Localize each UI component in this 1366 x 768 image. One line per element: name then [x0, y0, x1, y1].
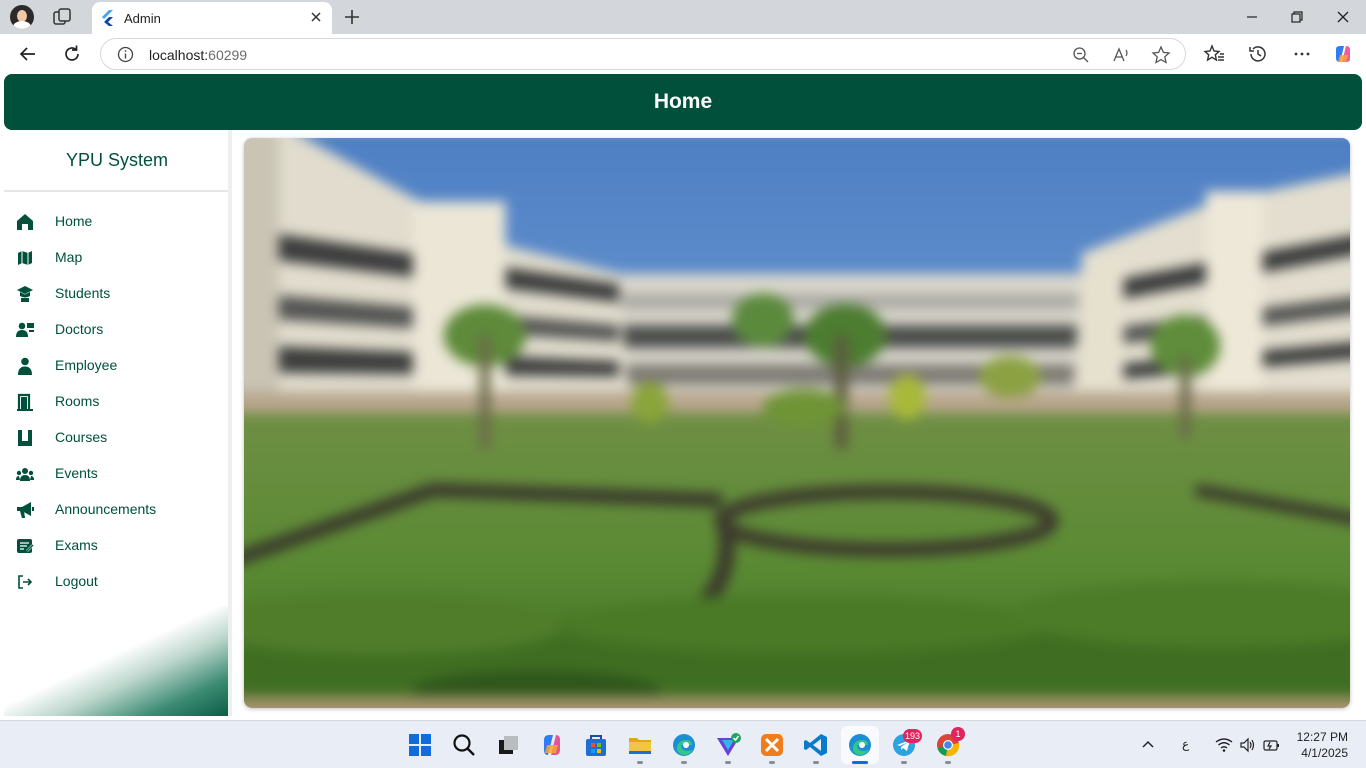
sidebar-item-label: Courses: [55, 429, 108, 445]
sidebar-item-home[interactable]: Home: [4, 205, 228, 239]
url-text[interactable]: localhost:60299: [149, 47, 247, 63]
browser-tab-strip: Admin: [0, 0, 1366, 34]
page-title: Home: [653, 90, 713, 113]
sidebar-item-label: Map: [55, 249, 83, 265]
campus-hero-image: [244, 138, 1350, 708]
sidebar-item-rooms[interactable]: Rooms: [4, 385, 228, 419]
battery-icon[interactable]: [1263, 737, 1281, 753]
graduation-cap-icon: [17, 286, 33, 302]
running-indicator: [813, 761, 819, 764]
copilot-app-icon[interactable]: [539, 732, 565, 758]
site-info-icon[interactable]: [117, 46, 134, 63]
sidebar-item-logout[interactable]: Logout: [4, 565, 228, 599]
task-view-icon[interactable]: [495, 732, 521, 758]
sidebar-brand: YPU System: [65, 150, 169, 170]
copilot-icon[interactable]: [1332, 43, 1354, 65]
megaphone-icon: [17, 502, 34, 518]
read-aloud-icon[interactable]: [1111, 45, 1131, 65]
close-tab-icon[interactable]: [308, 9, 324, 25]
edge-active-icon[interactable]: [847, 732, 873, 758]
sidebar-item-employee[interactable]: Employee: [4, 349, 228, 383]
sidebar-item-label: Home: [55, 213, 93, 229]
running-indicator: [681, 761, 687, 764]
more-options-icon[interactable]: [1291, 43, 1313, 65]
running-indicator: [945, 761, 951, 764]
address-bar[interactable]: localhost:60299: [100, 38, 1186, 70]
sidebar: YPU System Home Map Students Doctors Emp…: [4, 130, 232, 716]
clock-time: 12:27 PM: [1296, 730, 1348, 744]
running-indicator: [901, 761, 907, 764]
workspaces-icon[interactable]: [52, 8, 72, 26]
wifi-icon[interactable]: [1215, 737, 1233, 753]
logout-icon: [18, 575, 33, 589]
sidebar-divider: [4, 190, 228, 192]
sidebar-item-events[interactable]: Events: [4, 457, 228, 491]
sidebar-item-doctors[interactable]: Doctors: [4, 313, 228, 347]
minimize-icon[interactable]: [1242, 7, 1262, 27]
home-icon: [17, 214, 33, 230]
clock-date: 4/1/2025: [1301, 746, 1348, 760]
book-icon: [18, 430, 32, 446]
sidebar-item-students[interactable]: Students: [4, 277, 228, 311]
favorites-icon[interactable]: [1203, 43, 1225, 65]
search-icon[interactable]: [451, 732, 477, 758]
telegram-badge: 193: [903, 729, 923, 743]
microsoft-store-icon[interactable]: [583, 732, 609, 758]
chrome-badge: 1: [951, 727, 965, 741]
profile-avatar[interactable]: [10, 5, 34, 29]
browser-toolbar: localhost:60299: [0, 34, 1366, 74]
xampp-icon[interactable]: [759, 732, 785, 758]
windows-taskbar: 193 1 ع 12:27 PM 4/1/2025: [0, 720, 1366, 768]
doctors-icon: [16, 322, 34, 337]
running-indicator: [637, 761, 643, 764]
sidebar-item-label: Events: [55, 465, 98, 481]
map-icon: [18, 251, 32, 265]
sidebar-item-courses[interactable]: Courses: [4, 421, 228, 455]
vpn-app-icon[interactable]: [715, 732, 741, 758]
sidebar-item-label: Exams: [55, 537, 98, 553]
chevron-up-icon[interactable]: [1140, 737, 1156, 753]
sidebar-item-label: Announcements: [55, 501, 157, 517]
exam-icon: [17, 539, 34, 553]
clock[interactable]: 12:27 PM 4/1/2025: [1297, 729, 1348, 761]
app-bar: Home: [4, 74, 1362, 130]
edge-icon[interactable]: [671, 732, 697, 758]
windows-start-icon[interactable]: [407, 732, 433, 758]
zoom-out-icon[interactable]: [1071, 45, 1091, 65]
sidebar-corner-decoration: [4, 606, 228, 716]
tab-title: Admin: [124, 11, 161, 26]
sidebar-item-announcements[interactable]: Announcements: [4, 493, 228, 527]
sidebar-item-label: Employee: [55, 357, 118, 373]
running-indicator: [769, 761, 775, 764]
sidebar-item-label: Rooms: [55, 393, 100, 409]
active-tab[interactable]: Admin: [92, 2, 332, 34]
page-viewport: Home YPU System Home Map Students Doctor…: [0, 74, 1366, 720]
group-icon: [16, 468, 34, 481]
favorite-star-icon[interactable]: [1151, 45, 1171, 65]
refresh-icon[interactable]: [61, 43, 83, 65]
door-icon: [17, 393, 33, 411]
vscode-icon[interactable]: [803, 732, 829, 758]
new-tab-icon[interactable]: [342, 7, 362, 27]
active-indicator: [852, 761, 868, 764]
flutter-icon: [102, 10, 113, 26]
person-icon: [18, 357, 32, 375]
history-icon[interactable]: [1247, 43, 1269, 65]
running-indicator: [725, 761, 731, 764]
sidebar-item-label: Students: [55, 285, 111, 301]
input-language[interactable]: ع: [1182, 737, 1189, 751]
sidebar-item-label: Logout: [55, 573, 98, 589]
close-window-icon[interactable]: [1333, 7, 1353, 27]
sidebar-item-exams[interactable]: Exams: [4, 529, 228, 563]
volume-icon[interactable]: [1239, 737, 1255, 753]
file-explorer-icon[interactable]: [627, 732, 653, 758]
back-icon[interactable]: [17, 43, 39, 65]
sidebar-item-label: Doctors: [55, 321, 104, 337]
restore-icon[interactable]: [1287, 7, 1307, 27]
sidebar-item-map[interactable]: Map: [4, 241, 228, 275]
